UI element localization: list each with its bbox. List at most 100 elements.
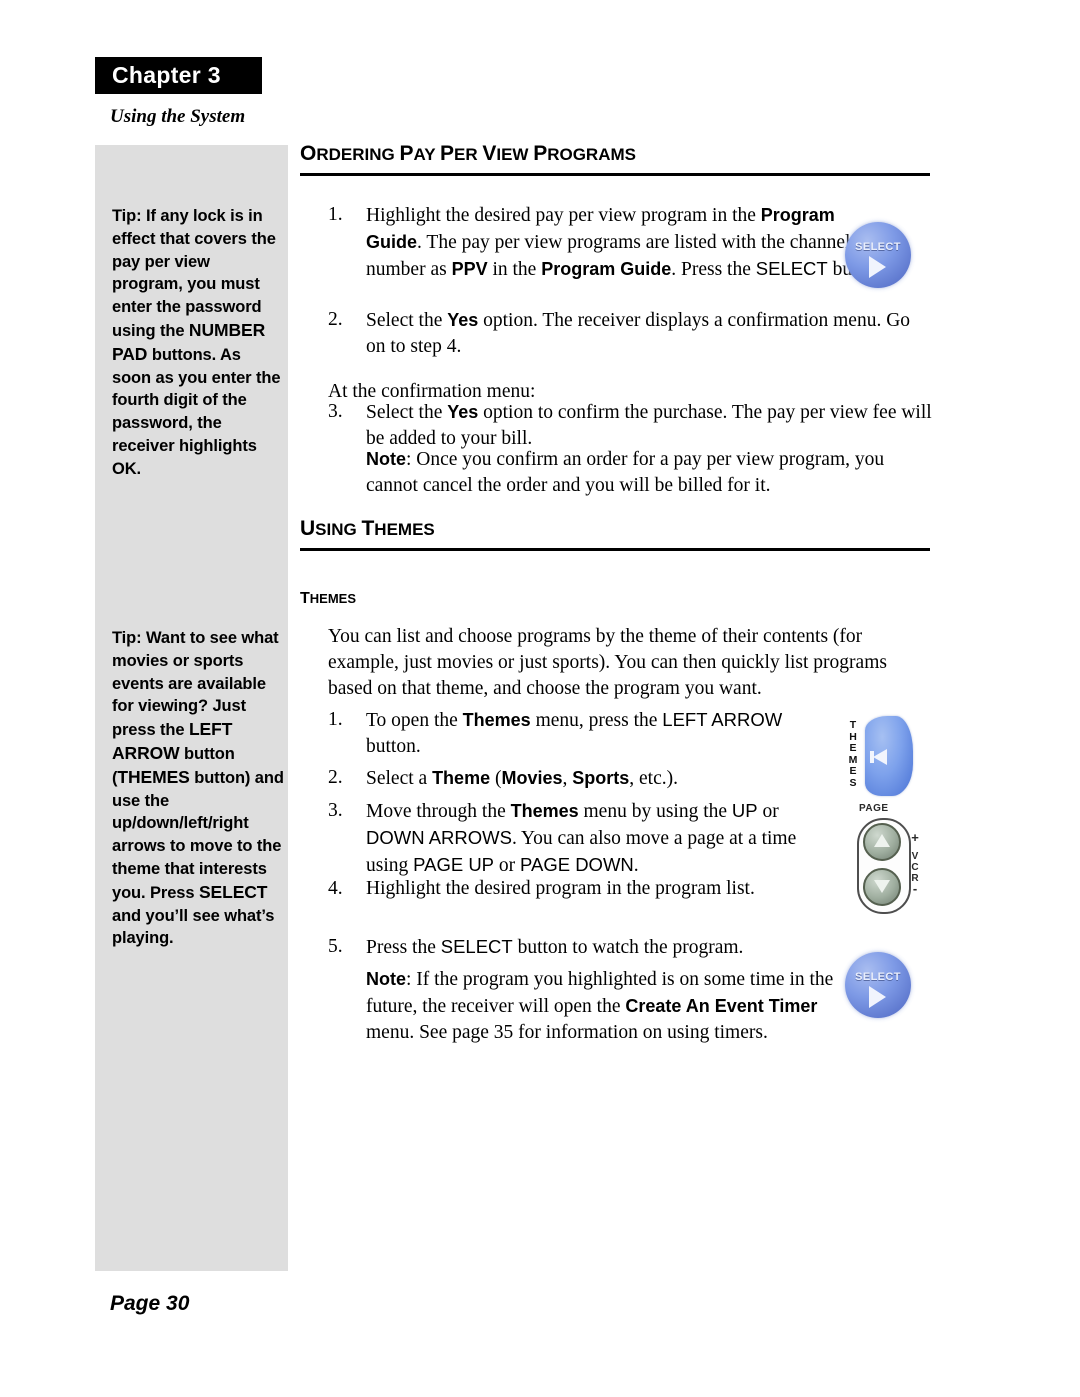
step-text-ppv-3: Select the Yes option to confirm the pur… [366, 399, 932, 452]
body-text: Highlight the desired pay per view progr… [366, 205, 761, 226]
up-triangle-icon [874, 834, 890, 847]
heading-fragment: AY [413, 145, 440, 164]
heading-fragment: T [300, 590, 310, 607]
page-down-button [863, 868, 901, 906]
step-number: 3. [328, 401, 343, 422]
body-text: Select the [366, 310, 448, 331]
heading-fragment: P [439, 142, 454, 165]
themes-button-graphic: THEMES [843, 712, 919, 800]
themes-intro-paragraph: You can list and choose programs by the … [328, 626, 887, 699]
emphasis-term: Note [366, 449, 406, 469]
body-text: Select a [366, 768, 433, 789]
button-name: SELECT [440, 936, 513, 957]
vertical-label-letter: V [911, 851, 919, 862]
sidebar-tip-pay-per-view-lock: Tip: If any lock is in effect that cover… [112, 205, 284, 481]
step-text-ppv-1: Highlight the desired pay per view progr… [366, 202, 890, 283]
heading-fragment: V [482, 142, 497, 165]
select-button-graphic-2: SELECT [840, 947, 916, 1023]
body-text: To open the [366, 710, 463, 731]
subheading-themes: THEMES [300, 590, 356, 608]
body-text: Press the [366, 937, 441, 958]
tip-text: buttons. As soon as you enter the fourth… [112, 345, 281, 478]
step-text-themes-5: Press the SELECT button to watch the pro… [366, 934, 866, 961]
emphasis-term: Themes [510, 801, 579, 821]
body-text: : Once you confirm an order for a pay pe… [366, 449, 885, 496]
body-text: button. [366, 736, 421, 757]
step-text-themes-2: Select a Theme (Movies, Sports, etc.). [366, 765, 836, 792]
tip-emphasis: THEMES [117, 766, 190, 787]
emphasis-term: Themes [462, 710, 531, 730]
chapter-banner-label: Chapter 3 [112, 62, 221, 88]
sidebar-tip-panel: Tip: If any lock is in effect that cover… [95, 145, 288, 1271]
heading-fragment: P [399, 142, 414, 165]
section-heading-ordering-ppv: ORDERING PAY PER VIEW PROGRAMS [300, 142, 636, 166]
vcr-plus-label: + [911, 830, 919, 845]
body-text: . [633, 855, 639, 876]
heading-fragment: HEMES [374, 520, 435, 539]
heading-fragment: RDERING [316, 145, 400, 164]
body-text: . Press the [671, 259, 756, 280]
vcr-button-label: VCR [909, 851, 921, 884]
themes-button-label: THEMES [845, 719, 861, 790]
emphasis-term: Yes [447, 310, 479, 330]
step-number: 5. [328, 936, 343, 957]
body-text: Select the [366, 402, 448, 423]
vertical-label-letter: C [911, 862, 919, 873]
heading-fragment: SING [315, 520, 362, 539]
step-number: 1. [328, 204, 343, 225]
note-ppv: Note: Once you confirm an order for a pa… [366, 446, 932, 499]
select-button-disc [845, 222, 911, 288]
tip-text: and you’ll see what’s playing. [112, 906, 275, 948]
vcr-minus-label: - [912, 881, 918, 896]
button-name: LEFT ARROW [662, 709, 783, 730]
emphasis-term: Yes [447, 402, 479, 422]
tip-emphasis: SELECT [198, 881, 268, 902]
page-number-footer: Page 30 [110, 1292, 190, 1315]
button-name: SELECT [755, 258, 828, 279]
body-text: , etc.). [629, 768, 678, 789]
sidebar-tip-themes-button: Tip: Want to see what movies or sports e… [112, 627, 284, 950]
step-number: 3. [328, 800, 343, 821]
play-triangle-icon [869, 256, 886, 278]
body-text: menu, press the [530, 710, 663, 731]
button-name: DOWN ARROWS [366, 827, 512, 848]
select-button-disc [845, 952, 911, 1018]
body-text: menu. See page 35 for information on usi… [366, 1022, 768, 1043]
body-text: or [757, 801, 779, 822]
section-rule-ordering-ppv [300, 173, 930, 176]
body-text: in the [487, 259, 542, 280]
button-name: PAGE DOWN [520, 854, 634, 875]
body-text: button to watch the program. [512, 937, 744, 958]
body-text: menu by using the [578, 801, 732, 822]
step-number: 4. [328, 878, 343, 899]
button-name: PAGE UP [413, 854, 495, 875]
emphasis-term: Program Guide [541, 259, 672, 279]
heading-fragment: IEW [496, 145, 534, 164]
play-triangle-icon [869, 986, 886, 1008]
body-text: Move through the [366, 801, 511, 822]
body-text: Highlight the desired program in the pro… [366, 878, 755, 899]
emphasis-term: Theme [432, 768, 491, 788]
note-themes: Note: If the program you highlighted is … [366, 966, 858, 1046]
step-number: 2. [328, 767, 343, 788]
heading-fragment: P [533, 142, 548, 165]
down-triangle-icon [874, 880, 890, 893]
select-button-graphic: SELECT [840, 217, 916, 293]
select-button-label: SELECT [855, 971, 901, 983]
heading-fragment: O [300, 142, 317, 165]
step-text-ppv-2: Select the Yes option. The receiver disp… [366, 307, 932, 360]
body-text: , [562, 768, 573, 789]
page-up-button [863, 823, 901, 861]
step-number: 2. [328, 309, 343, 330]
step-text-themes-1: To open the Themes menu, press the LEFT … [366, 707, 836, 760]
emphasis-term: PPV [451, 259, 488, 279]
step-number: 1. [328, 709, 343, 730]
page-button-label: PAGE [859, 803, 889, 814]
emphasis-term: Create An Event Timer [625, 996, 818, 1016]
section-rule-using-themes [300, 548, 930, 551]
main-content-column: ORDERING PAY PER VIEW PROGRAMS 1. Highli… [300, 0, 932, 1397]
section-heading-using-themes: USING THEMES [300, 517, 435, 541]
heading-fragment: T [361, 517, 375, 540]
step-text-themes-4: Highlight the desired program in the pro… [366, 876, 866, 902]
chapter-subtitle: Using the System [110, 106, 246, 127]
